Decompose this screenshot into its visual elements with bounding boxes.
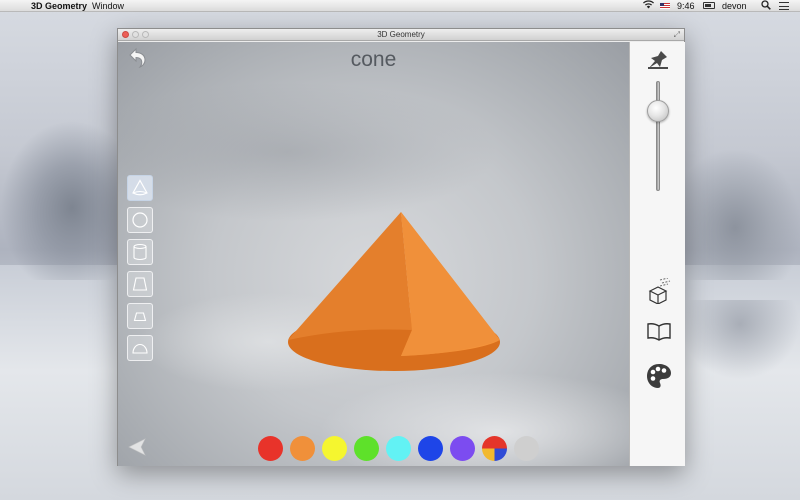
- color-swatch-multicolor[interactable]: [482, 436, 507, 461]
- zoom-slider-knob[interactable]: [647, 100, 669, 123]
- right-panel: [629, 42, 685, 466]
- palette-icon: [647, 364, 671, 388]
- undo-button[interactable]: [126, 47, 148, 69]
- color-swatch-gray[interactable]: [514, 436, 539, 461]
- cone-model[interactable]: [288, 182, 508, 382]
- color-swatch-cyan[interactable]: [386, 436, 411, 461]
- hemisphere-icon: [132, 344, 148, 354]
- window-title: 3D Geometry: [377, 30, 425, 39]
- shape-tool-sphere[interactable]: [127, 207, 153, 233]
- cone-front-face: [401, 212, 500, 356]
- trapezoid-icon: [133, 312, 147, 322]
- menu-bar: 3D Geometry Window 9:46 devon: [0, 0, 800, 12]
- frustum-icon: [132, 277, 148, 291]
- desktop-trees-left: [0, 120, 120, 280]
- color-swatch-red[interactable]: [258, 436, 283, 461]
- cube-view-button[interactable]: [647, 277, 671, 305]
- shape-tool-cone[interactable]: [127, 175, 153, 201]
- battery-icon[interactable]: [703, 2, 715, 9]
- color-swatch-green[interactable]: [354, 436, 379, 461]
- sphere-icon: [132, 212, 148, 228]
- us-flag-icon[interactable]: [660, 3, 670, 9]
- color-swatch-yellow[interactable]: [322, 436, 347, 461]
- shape-tool-cylinder[interactable]: [127, 239, 153, 265]
- shape-tool-trapezoid[interactable]: [127, 303, 153, 329]
- cone-left-face: [288, 212, 412, 340]
- desktop-trees-right: [670, 150, 800, 280]
- shape-tool-frustum[interactable]: [127, 271, 153, 297]
- shape-tool-hemisphere[interactable]: [127, 335, 153, 361]
- cone-icon: [132, 179, 148, 196]
- color-swatch-orange[interactable]: [290, 436, 315, 461]
- color-swatch-blue[interactable]: [418, 436, 443, 461]
- title-bar: 3D Geometry ⤢: [118, 29, 684, 41]
- user-menu[interactable]: devon: [722, 0, 747, 12]
- window-menu[interactable]: Window: [92, 0, 124, 12]
- app-window: 3D Geometry ⤢ cone: [117, 28, 685, 466]
- book-icon: [647, 323, 671, 341]
- shape-name-label: cone: [350, 48, 397, 71]
- color-swatch-purple[interactable]: [450, 436, 475, 461]
- pin-icon: [648, 51, 668, 69]
- palette-button[interactable]: [646, 363, 672, 389]
- desktop-reflection: [680, 300, 800, 380]
- pin-button[interactable]: [647, 50, 669, 70]
- notification-list-icon[interactable]: [779, 2, 789, 10]
- zoom-slider[interactable]: [656, 81, 660, 191]
- 3d-canvas[interactable]: cone: [118, 42, 629, 466]
- cylinder-icon: [133, 243, 147, 261]
- previous-button[interactable]: [126, 436, 148, 458]
- cube-icon: [648, 277, 671, 305]
- wifi-icon[interactable]: [643, 0, 654, 12]
- book-button[interactable]: [646, 322, 672, 342]
- spotlight-icon[interactable]: [761, 0, 771, 13]
- clock[interactable]: 9:46: [677, 0, 695, 12]
- app-menu[interactable]: 3D Geometry: [31, 0, 87, 12]
- fullscreen-icon[interactable]: ⤢: [674, 31, 680, 39]
